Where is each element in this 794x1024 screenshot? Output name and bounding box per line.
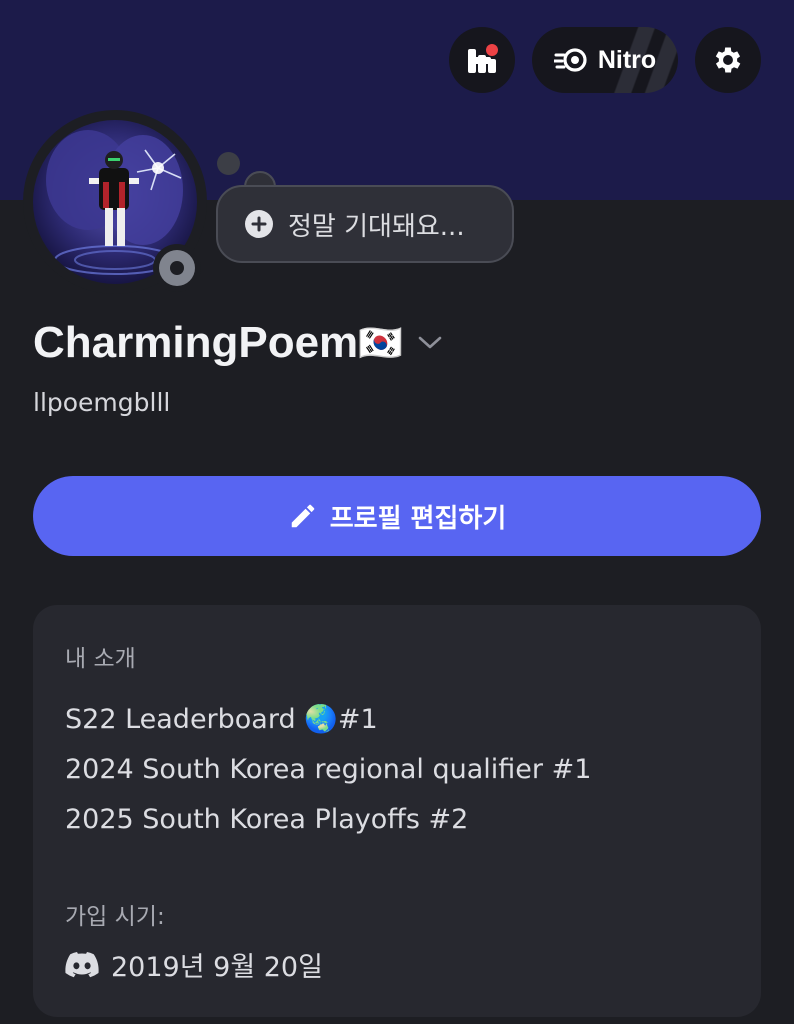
discord-icon — [65, 951, 99, 977]
custom-status-text: 정말 기대돼요... — [288, 211, 465, 242]
pencil-icon — [291, 504, 314, 528]
bio-line: 2024 South Korea regional qualifier #1 — [65, 754, 592, 785]
quests-button[interactable] — [449, 27, 515, 93]
chevron-down-icon[interactable] — [417, 335, 443, 351]
edit-profile-label: 프로필 편집하기 — [329, 503, 507, 534]
bio-line: S22 Leaderboard 🌏#1 — [65, 704, 378, 735]
gear-icon — [715, 47, 741, 73]
username: llpoemgblll — [33, 388, 171, 417]
custom-status-bubble[interactable]: 정말 기대돼요... — [216, 185, 514, 263]
member-since-date: 2019년 9월 20일 — [111, 952, 323, 983]
about-card: 내 소개 S22 Leaderboard 🌏#1 2024 South Kore… — [33, 605, 761, 1017]
member-since-label: 가입 시기: — [65, 904, 165, 930]
flag-emoji: 🇰🇷 — [358, 323, 403, 364]
display-name[interactable]: CharmingPoem 🇰🇷 — [33, 318, 443, 368]
member-since: 2019년 9월 20일 — [65, 945, 729, 984]
quests-icon — [468, 44, 498, 73]
display-name-text: CharmingPoem — [33, 318, 359, 367]
plus-circle-icon — [245, 210, 273, 238]
bio-line: 2025 South Korea Playoffs #2 — [65, 804, 469, 835]
offline-status-icon — [159, 250, 195, 286]
about-label: 내 소개 — [65, 646, 136, 672]
settings-button[interactable] — [695, 27, 761, 93]
about-bio: S22 Leaderboard 🌏#1 2024 South Korea reg… — [65, 695, 729, 845]
status-indicator — [153, 244, 201, 292]
nitro-button[interactable]: Nitro — [532, 27, 678, 93]
nitro-label: Nitro — [597, 45, 657, 74]
edit-profile-button[interactable]: 프로필 편집하기 — [33, 476, 761, 556]
bubble-dot-small — [217, 152, 240, 175]
top-actions: Nitro — [449, 27, 761, 93]
nitro-icon — [553, 48, 587, 72]
